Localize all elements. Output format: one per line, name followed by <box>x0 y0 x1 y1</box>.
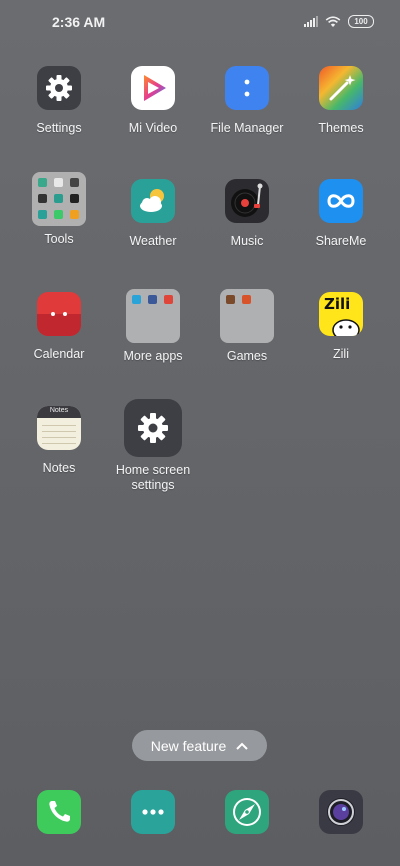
app-label: Themes <box>318 121 364 135</box>
battery-icon: 100 <box>348 15 374 28</box>
zili-icon: Zili <box>319 292 363 336</box>
home-settings-icon <box>124 399 182 457</box>
app-label: Games <box>226 349 268 363</box>
themes-icon <box>319 66 363 110</box>
new-feature-button[interactable]: New feature <box>132 730 267 761</box>
app-label: Settings <box>36 121 82 135</box>
dock-phone[interactable] <box>11 790 107 834</box>
dock-messaging[interactable] <box>105 790 201 834</box>
signal-icon <box>304 16 318 27</box>
app-zili[interactable]: Zili Zili <box>293 292 389 362</box>
app-mi-video[interactable]: Mi Video <box>105 66 201 136</box>
app-file-manager[interactable]: File Manager <box>199 66 295 136</box>
phone-icon <box>37 790 81 834</box>
app-label: More apps <box>123 349 183 363</box>
mi-video-icon <box>131 66 175 110</box>
wifi-icon <box>325 15 341 27</box>
app-label: Tools <box>44 232 74 246</box>
app-label: Music <box>230 234 264 248</box>
app-shareme[interactable]: ShareMe <box>293 179 389 249</box>
browser-icon <box>225 790 269 834</box>
status-time: 2:36 AM <box>52 14 106 30</box>
folder-tools[interactable]: Tools <box>11 172 107 247</box>
app-label: Mi Video <box>128 121 178 135</box>
more-apps-folder-icon <box>126 289 180 343</box>
app-calendar[interactable]: Calendar <box>11 292 107 362</box>
tools-folder-icon <box>32 172 86 226</box>
app-label: ShareMe <box>315 234 367 248</box>
app-home-screen-settings[interactable]: Home screen settings <box>105 399 201 493</box>
new-feature-label: New feature <box>150 737 227 754</box>
dock-camera[interactable] <box>293 790 389 834</box>
app-themes[interactable]: Themes <box>293 66 389 136</box>
calendar-icon <box>37 292 81 336</box>
status-icons: 100 <box>304 15 374 28</box>
folder-games[interactable]: Games <box>199 289 295 364</box>
messaging-icon <box>131 790 175 834</box>
app-weather[interactable]: Weather <box>105 179 201 249</box>
shareme-icon <box>319 179 363 223</box>
file-manager-icon <box>225 66 269 110</box>
app-label: Home screen settings <box>115 463 191 492</box>
chevron-up-icon <box>236 742 248 750</box>
settings-icon <box>37 66 81 110</box>
app-label: Calendar <box>33 347 85 361</box>
app-settings[interactable]: Settings <box>11 66 107 136</box>
camera-icon <box>319 790 363 834</box>
folder-more-apps[interactable]: More apps <box>105 289 201 364</box>
app-music[interactable]: Music <box>199 179 295 249</box>
app-notes[interactable]: Notes Notes <box>11 406 107 476</box>
notes-icon-text: Notes <box>49 407 69 414</box>
games-folder-icon <box>220 289 274 343</box>
app-label: Notes <box>42 461 76 475</box>
music-icon <box>225 179 269 223</box>
app-label: File Manager <box>210 121 284 135</box>
status-bar: 2:36 AM 100 <box>0 0 400 44</box>
notes-icon: Notes <box>37 406 81 450</box>
app-label: Zili <box>333 347 349 361</box>
weather-icon <box>131 179 175 223</box>
app-label: Weather <box>129 234 177 248</box>
dock-browser[interactable] <box>199 790 295 834</box>
